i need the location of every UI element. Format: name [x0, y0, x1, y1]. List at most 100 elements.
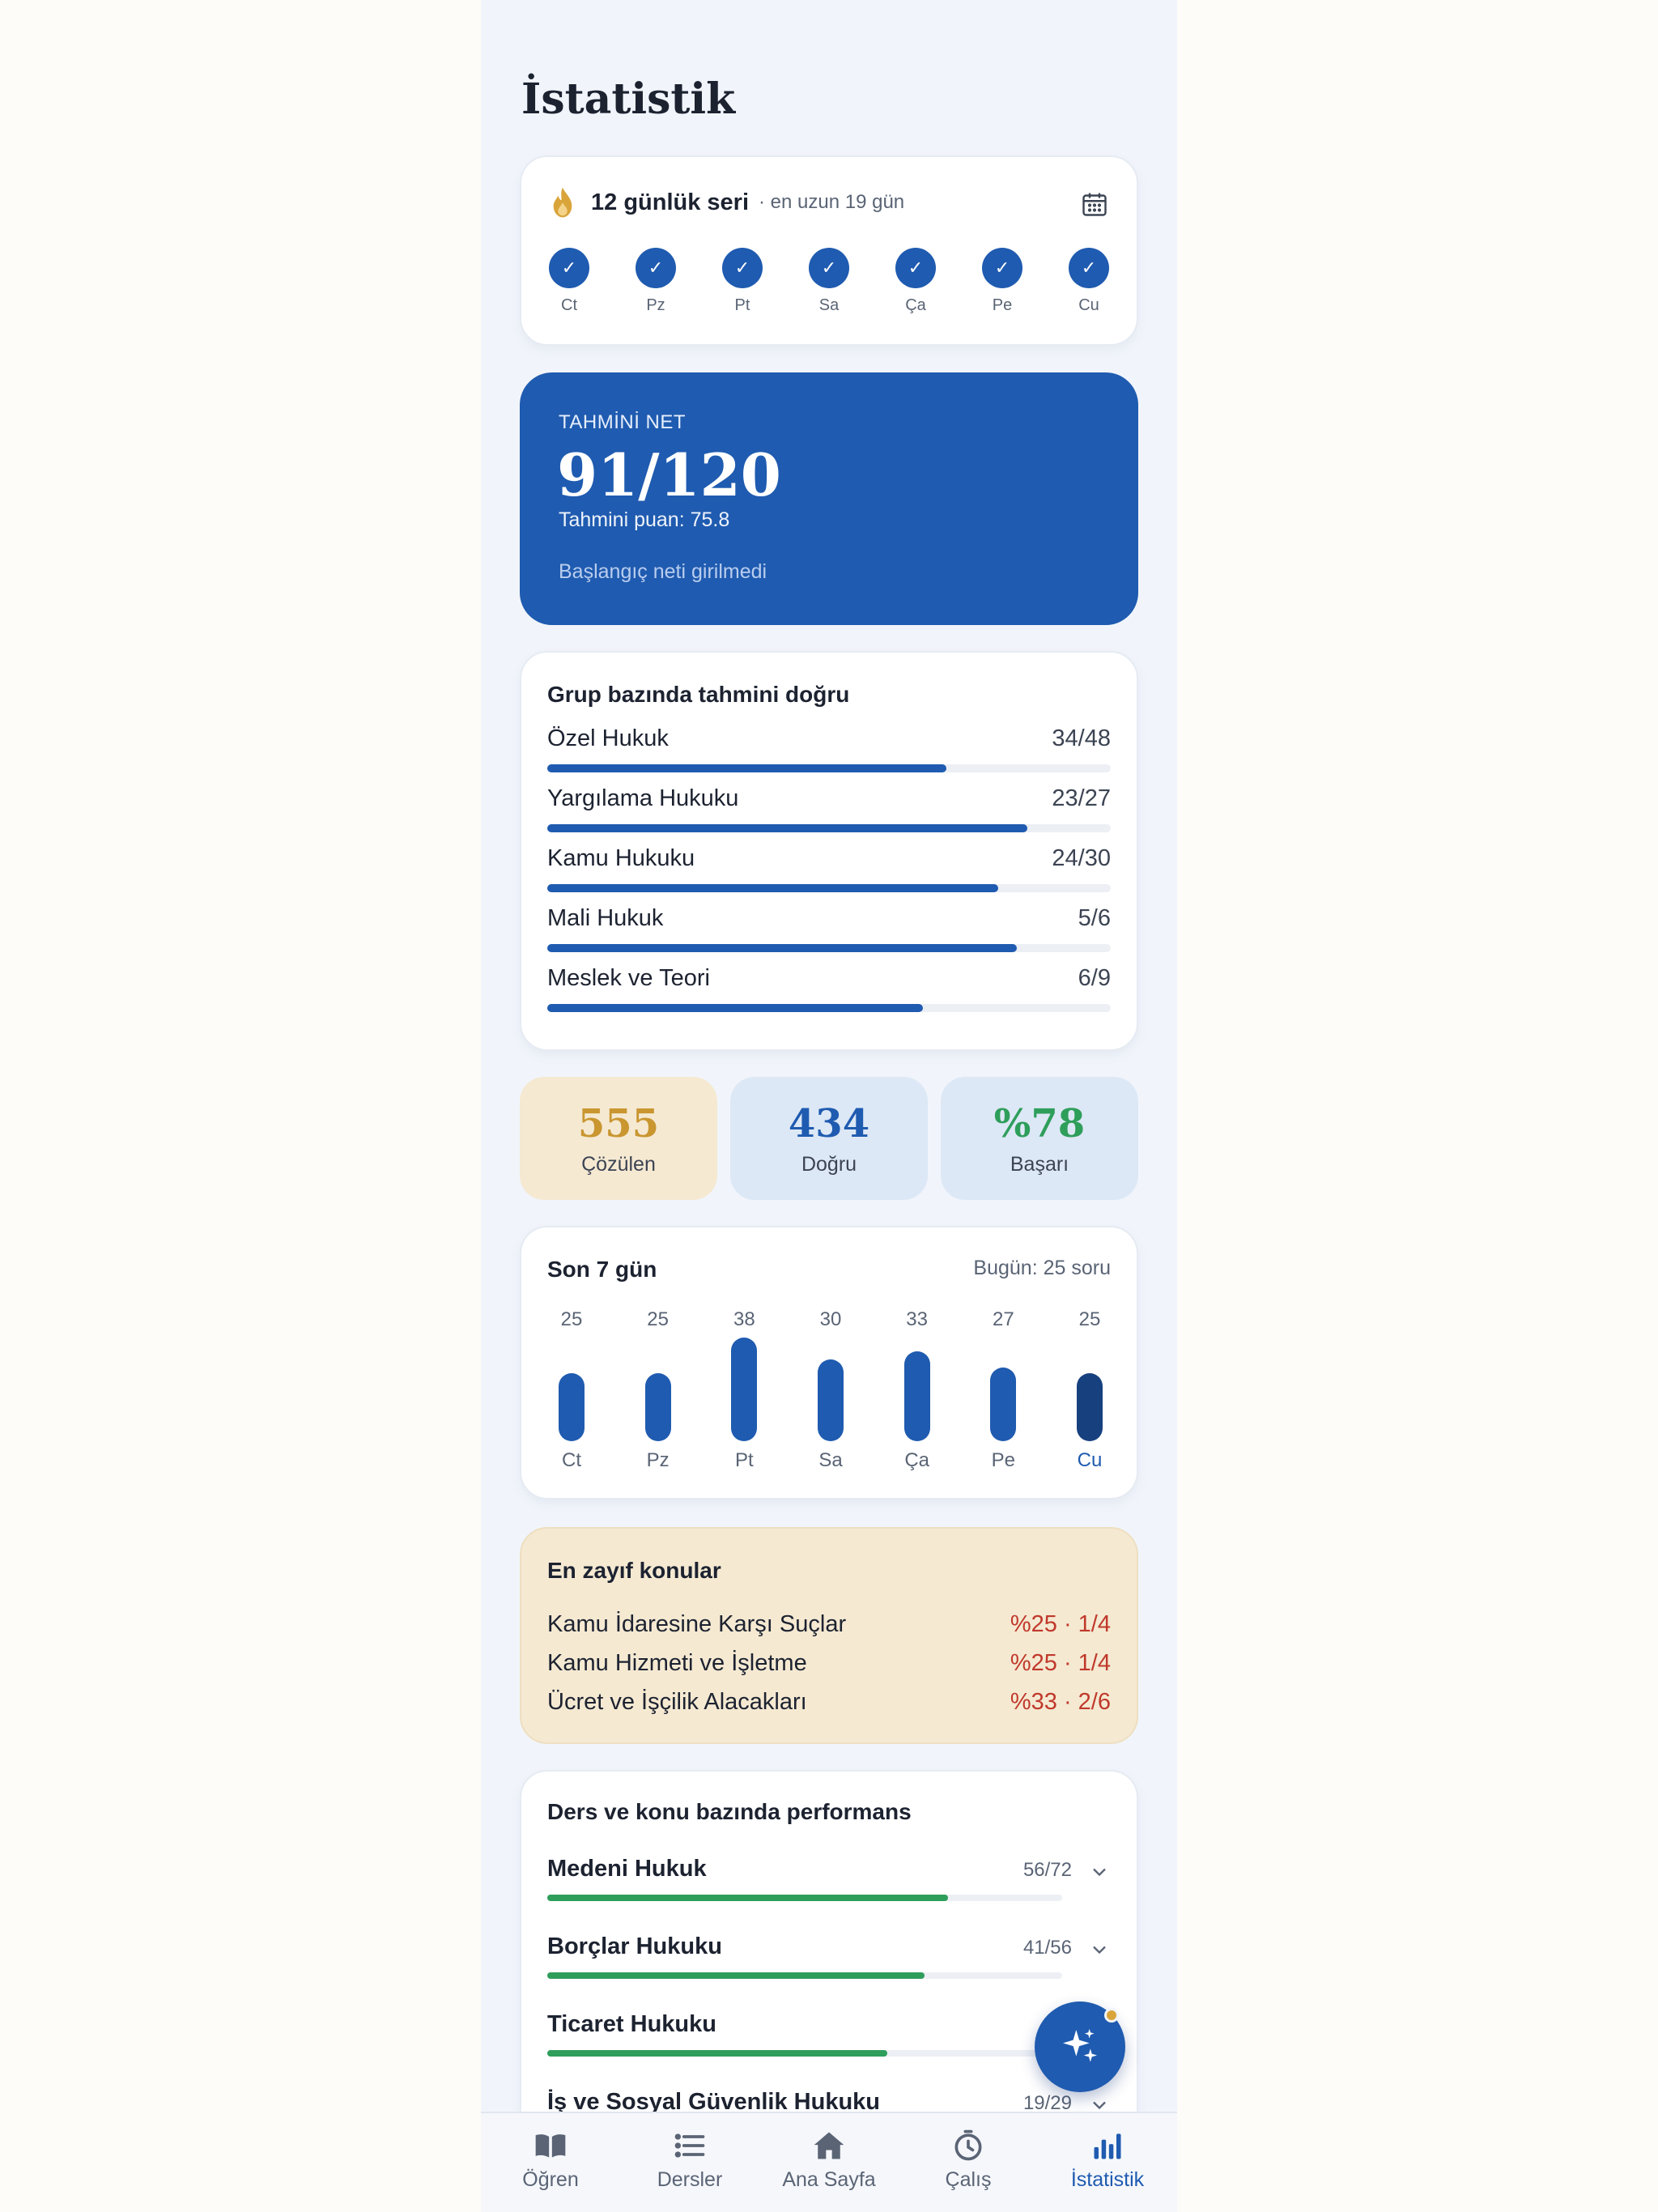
course-name: Borçlar Hukuku [547, 1933, 722, 1959]
streak-day: ✓ Pt [721, 248, 764, 315]
group-value: 34/48 [1052, 725, 1111, 751]
nav-label: Ana Sayfa [782, 2168, 876, 2191]
course-row[interactable]: Ticaret Hukuku 36 [547, 2011, 1111, 2076]
progress-track [547, 824, 1111, 832]
progress-track [547, 884, 1111, 892]
bar-day-label: Pe [991, 1449, 1015, 1471]
streak-day: ✓ Ça [894, 248, 937, 315]
group-row: Yargılama Hukuku 23/27 [547, 785, 1111, 834]
weak-topic-score: %25 · 1/4 [1010, 1650, 1111, 1676]
group-value: 23/27 [1052, 785, 1111, 811]
nav-item-home[interactable]: Ana Sayfa [759, 2113, 899, 2212]
weak-topic-name: Kamu Hizmeti ve İşletme [547, 1650, 807, 1676]
calendar-icon[interactable] [1080, 189, 1109, 219]
today-count: Bugün: 25 soru [973, 1257, 1111, 1279]
day-label: Pt [734, 296, 750, 314]
net-start-note[interactable]: Başlangıç neti girilmedi [559, 560, 767, 584]
day-label: Sa [818, 296, 840, 314]
day-label: Ct [561, 296, 577, 314]
nav-label: Öğren [522, 2168, 579, 2191]
progress-fill [547, 884, 998, 892]
streak-day: ✓ Cu [1067, 248, 1111, 315]
stat-label: Çözülen [581, 1153, 656, 1176]
book-icon [535, 2134, 566, 2158]
weak-topic-score: %33 · 2/6 [1010, 1689, 1111, 1715]
page-title: İstatistik [521, 74, 736, 124]
check-icon: ✓ [549, 248, 589, 288]
stat-tile-solved: 555 Çözülen [520, 1077, 717, 1200]
streak-card: 12 günlük seri · en uzun 19 gün ✓ Ct ✓ Pz … [520, 155, 1138, 346]
streak-day: ✓ Ct [547, 248, 591, 315]
group-value: 5/6 [1078, 905, 1111, 931]
streak-longest: · en uzun 19 gün [759, 191, 905, 213]
progress-fill [547, 764, 946, 772]
check-icon: ✓ [982, 248, 1022, 288]
group-row: Kamu Hukuku 24/30 [547, 845, 1111, 894]
stat-label: Doğru [801, 1153, 857, 1176]
group-value: 24/30 [1052, 845, 1111, 871]
course-row[interactable]: Medeni Hukuk 56/72 [547, 1856, 1111, 1921]
chevron-down-icon[interactable] [1088, 1938, 1111, 1961]
bar-day-label: Cu [1077, 1449, 1103, 1471]
bar [990, 1368, 1017, 1441]
bar-value-label: 25 [1078, 1308, 1101, 1330]
week-bar-chart: 25 Ct 25 Pz 38 Pt 30 Sa 33 Ça 27 Pe 25 Cu [547, 1308, 1111, 1487]
nav-label: İstatistik [1070, 2168, 1145, 2191]
nav-item-study[interactable]: Çalış [899, 2113, 1038, 2212]
check-icon: ✓ [809, 248, 849, 288]
check-icon: ✓ [895, 248, 936, 288]
progress-track [547, 1895, 1062, 1901]
nav-label: Çalış [945, 2168, 992, 2191]
weak-topics-card: En zayıf konular Kamu İdaresine Karşı Su… [520, 1527, 1138, 1744]
bar [644, 1373, 671, 1441]
bar-value-label: 25 [560, 1308, 583, 1330]
stat-tile-success: %78 Başarı [941, 1077, 1138, 1200]
group-name: Mali Hukuk [547, 905, 664, 931]
bar [1077, 1373, 1103, 1441]
course-name: Ticaret Hukuku [547, 2011, 716, 2037]
day-label: Cu [1078, 296, 1099, 314]
group-row: Özel Hukuk 34/48 [547, 725, 1111, 774]
bar-day-label: Sa [818, 1449, 843, 1471]
bar-column: 38 Pt [720, 1308, 768, 1487]
estimated-net-card[interactable]: TAHMİNİ NET 91/120 Tahmini puan: 75.8 Ba… [520, 372, 1138, 625]
chevron-down-icon[interactable] [1088, 1861, 1111, 1883]
flame-icon [553, 187, 572, 218]
bar-column: 33 Ça [893, 1308, 942, 1487]
progress-track [547, 1972, 1062, 1979]
group-value: 6/9 [1078, 965, 1111, 991]
last-7-days-card: Son 7 gün Bugün: 25 soru 25 Ct 25 Pz 38 Pt 30 S… [520, 1226, 1138, 1499]
nav-item-courses[interactable]: Dersler [620, 2113, 759, 2212]
stat-value: %78 [993, 1101, 1086, 1146]
check-icon: ✓ [1069, 248, 1109, 288]
bar-column: 25 Ct [547, 1308, 596, 1487]
group-row: Mali Hukuk 5/6 [547, 905, 1111, 954]
bar [731, 1338, 758, 1441]
sparkle-icon [1063, 2028, 1097, 2062]
stat-value: 555 [577, 1101, 660, 1146]
bar-day-label: Ça [904, 1449, 929, 1471]
bar-value-label: 25 [647, 1308, 669, 1330]
app-screen: İstatistik 12 günlük seri · en uzun 19 g… [481, 0, 1177, 2212]
list-icon [674, 2133, 705, 2158]
net-value: 91/120 [557, 440, 781, 509]
weak-topic-score: %25 · 1/4 [1010, 1611, 1111, 1637]
performance-card-title: Ders ve konu bazında performans [547, 1799, 912, 1824]
group-row: Meslek ve Teori 6/9 [547, 965, 1111, 1014]
bar [818, 1359, 844, 1441]
bar-day-label: Pt [734, 1449, 754, 1471]
net-label: TAHMİNİ NET [559, 411, 687, 433]
nav-label: Dersler [657, 2168, 723, 2191]
nav-item-learn[interactable]: Öğren [481, 2113, 620, 2212]
group-name: Özel Hukuk [547, 725, 669, 751]
check-icon: ✓ [636, 248, 676, 288]
course-name: Medeni Hukuk [547, 1856, 707, 1882]
streak-day: ✓ Sa [807, 248, 851, 315]
bar-column: 27 Pe [979, 1308, 1027, 1487]
nav-item-statistics[interactable]: İstatistik [1038, 2113, 1177, 2212]
net-score: Tahmini puan: 75.8 [559, 508, 730, 531]
course-row[interactable]: Borçlar Hukuku 41/56 [547, 1933, 1111, 1998]
stat-tile-correct: 434 Doğru [730, 1077, 928, 1200]
chart-icon [1094, 2133, 1121, 2159]
bar-day-label: Pz [646, 1449, 670, 1471]
